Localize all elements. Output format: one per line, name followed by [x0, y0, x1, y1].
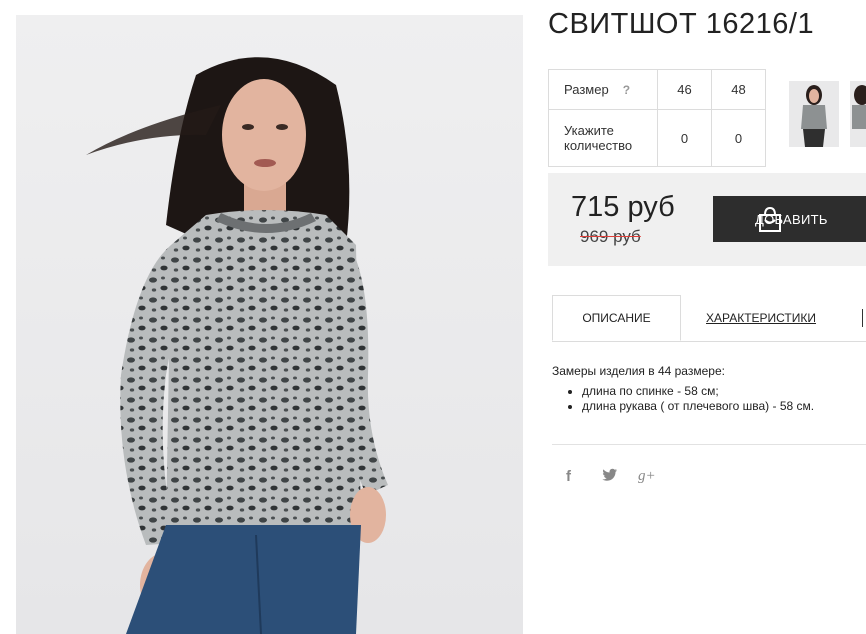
description-list: длина по спинке - 58 см; длина рукава ( … [552, 384, 814, 414]
current-price: 715 руб [571, 191, 675, 223]
quantity-row: Укажите количество 0 0 [548, 109, 766, 167]
size-label-cell: Размер ? [548, 69, 658, 110]
twitter-icon[interactable] [602, 468, 638, 486]
list-item: длина рукава ( от плечевого шва) - 58 см… [582, 399, 814, 414]
model-illustration [86, 57, 388, 634]
social-share: f g+ [566, 468, 674, 486]
list-item: длина по спинке - 58 см; [582, 384, 814, 399]
product-title: СВИТШОТ 16216/1 [548, 8, 815, 40]
quantity-input-48[interactable]: 0 [711, 109, 766, 167]
thumbnail-image [801, 85, 827, 147]
description-content: Замеры изделия в 44 размере: длина по сп… [552, 364, 814, 414]
product-main-image[interactable] [16, 15, 523, 634]
size-48[interactable]: 48 [711, 69, 766, 110]
size-row: Размер ? 46 48 [548, 69, 766, 110]
tab-characteristics[interactable]: ХАРАКТЕРИСТИКИ [706, 295, 816, 341]
size-label: Размер [564, 82, 609, 97]
divider [552, 444, 866, 445]
tab-description[interactable]: ОПИСАНИЕ [552, 295, 681, 341]
thumbnail-2[interactable] [850, 81, 866, 147]
quantity-label: Укажите количество [548, 109, 658, 167]
thumbnail-image [852, 85, 866, 129]
help-icon[interactable]: ? [623, 83, 630, 97]
add-to-cart-button[interactable]: ДОБАВИТЬ [713, 196, 866, 242]
thumbnail-1[interactable] [789, 81, 839, 147]
tab-overflow-edge [862, 309, 866, 327]
google-plus-icon[interactable]: g+ [638, 468, 674, 486]
quantity-input-46[interactable]: 0 [657, 109, 712, 167]
facebook-icon[interactable]: f [566, 468, 602, 486]
product-tabs: ОПИСАНИЕ ХАРАКТЕРИСТИКИ [552, 295, 866, 342]
size-46[interactable]: 46 [657, 69, 712, 110]
old-price: 969 руб [580, 227, 641, 246]
description-intro: Замеры изделия в 44 размере: [552, 364, 725, 378]
size-table: Размер ? 46 48 Укажите количество 0 0 [548, 69, 766, 167]
shopping-bag-icon [756, 205, 784, 236]
price-box: 715 руб 969 руб ДОБАВИТЬ [548, 173, 866, 266]
